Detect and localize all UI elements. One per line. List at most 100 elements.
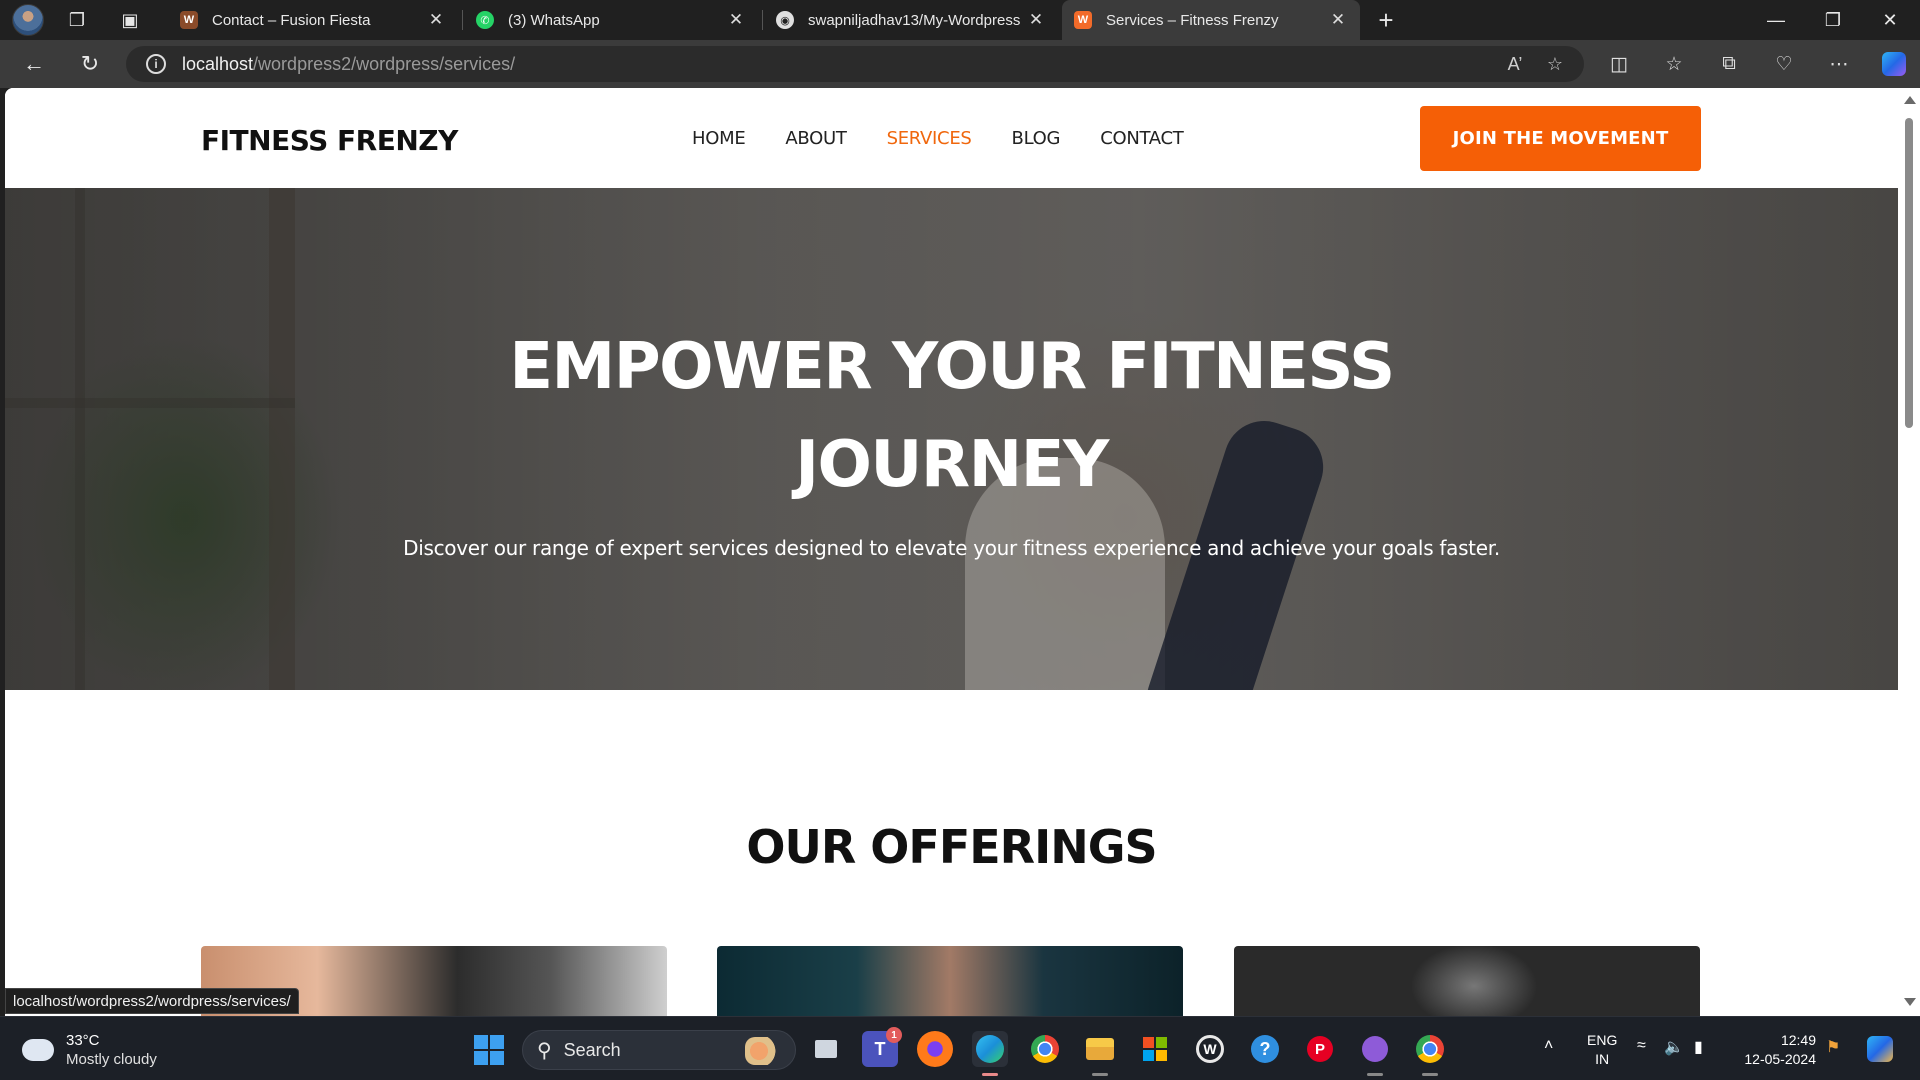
address-bar[interactable]: i localhost/wordpress2/wordpress/service…	[126, 46, 1584, 82]
site-logo[interactable]: FITNESS FRENZY	[201, 124, 458, 157]
hero-title-line-2: JOURNEY	[795, 428, 1109, 502]
join-the-movement-button[interactable]: JOIN THE MOVEMENT	[1420, 106, 1701, 171]
menu-item-home[interactable]: HOME	[692, 128, 746, 149]
hero-banner: EMPOWER YOUR FITNESS JOURNEY Discover our…	[5, 188, 1898, 690]
collections-icon[interactable]: ⧉	[1711, 48, 1747, 80]
web-page-viewport: FITNESS FRENZY HOME ABOUT SERVICES BLOG …	[5, 88, 1898, 1016]
language-indicator[interactable]: ENG IN	[1587, 1031, 1617, 1069]
url-host: localhost	[182, 53, 254, 74]
offering-card-image-fitness[interactable]	[717, 946, 1183, 1016]
teams-icon[interactable]: T1	[862, 1027, 902, 1067]
tab-title: (3) WhatsApp	[508, 11, 600, 29]
menu-item-contact[interactable]: CONTACT	[1100, 128, 1184, 149]
new-tab-icon[interactable]: +	[1367, 4, 1405, 36]
url-text[interactable]: localhost/wordpress2/wordpress/services/	[182, 54, 515, 75]
tab-github-repo[interactable]: ◉ swapniljadhav13/My-Wordpress ✕	[764, 0, 1058, 40]
workspaces-icon[interactable]: ❐	[58, 4, 96, 36]
weather-description: Mostly cloudy	[66, 1051, 157, 1068]
scrollbar-thumb[interactable]	[1905, 118, 1913, 428]
clock-time: 12:49	[1780, 1032, 1816, 1048]
show-hidden-icons-chevron-icon[interactable]: ˄	[1544, 1037, 1553, 1055]
copilot-taskbar-icon[interactable]	[1862, 1031, 1898, 1067]
weather-widget[interactable]: 33°C Mostly cloudy	[18, 1031, 157, 1069]
close-tab-icon[interactable]: ✕	[1328, 10, 1348, 30]
chrome-profile-icon[interactable]	[1412, 1031, 1448, 1067]
taskbar-search-box[interactable]: ⚲ Search	[522, 1030, 796, 1070]
active-app-indicator	[1367, 1073, 1383, 1076]
search-label: Search	[563, 1039, 621, 1060]
whatsapp-icon: ✆	[476, 11, 494, 29]
search-highlight-icon	[745, 1037, 785, 1065]
windows-start-icon[interactable]	[474, 1035, 504, 1065]
profile-avatar[interactable]	[12, 4, 44, 36]
clock[interactable]: 12:49 12-05-2024	[1734, 1031, 1816, 1069]
windows-taskbar: 33°C Mostly cloudy ⚲ Search T1 W ? P ˄ E…	[0, 1016, 1920, 1080]
vertical-tabs-icon[interactable]: ▣	[111, 4, 149, 36]
active-app-indicator	[1422, 1073, 1438, 1076]
wordpress-favicon-icon: W	[180, 11, 198, 29]
volume-icon[interactable]: 🔈	[1664, 1037, 1684, 1057]
site-info-icon[interactable]: i	[146, 54, 166, 74]
scroll-up-arrow-icon[interactable]	[1904, 96, 1916, 104]
region-code: IN	[1595, 1051, 1610, 1067]
tab-title: Services – Fitness Frenzy	[1106, 11, 1279, 29]
offering-card-image-athlete[interactable]	[1234, 946, 1700, 1016]
menu-item-blog[interactable]: BLOG	[1012, 128, 1061, 149]
search-icon: ⚲	[537, 1039, 552, 1062]
more-options-icon[interactable]: ⋯	[1821, 48, 1857, 80]
clock-date: 12-05-2024	[1744, 1051, 1816, 1067]
minimize-icon[interactable]: —	[1748, 0, 1804, 40]
offerings-heading: OUR OFFERINGS	[746, 820, 1157, 874]
tab-title: swapniljadhav13/My-Wordpress	[808, 11, 1021, 29]
favorite-star-icon[interactable]: ☆	[1540, 50, 1570, 78]
favorites-icon[interactable]: ☆	[1656, 48, 1692, 80]
browser-toolbar: ← ↻ i localhost/wordpress2/wordpress/ser…	[0, 40, 1920, 88]
file-explorer-icon[interactable]	[1082, 1031, 1118, 1067]
wordpress-favicon-icon: W	[1074, 11, 1092, 29]
status-bar-url: localhost/wordpress2/wordpress/services/	[5, 988, 299, 1014]
tab-services-fitness-frenzy[interactable]: W Services – Fitness Frenzy ✕	[1062, 0, 1360, 40]
restore-icon[interactable]: ❐	[1805, 0, 1861, 40]
url-path: /wordpress2/wordpress/services/	[253, 53, 516, 74]
browser-essentials-icon[interactable]: ♡	[1766, 48, 1802, 80]
help-icon[interactable]: ?	[1247, 1031, 1283, 1067]
tab-separator	[762, 10, 763, 30]
github-icon: ◉	[776, 11, 794, 29]
close-window-icon[interactable]: ✕	[1862, 0, 1918, 40]
close-tab-icon[interactable]: ✕	[426, 10, 446, 30]
menu-item-services[interactable]: SERVICES	[887, 128, 972, 149]
chrome-icon[interactable]	[1027, 1031, 1063, 1067]
wordpress-app-icon[interactable]: W	[1192, 1031, 1228, 1067]
scroll-down-arrow-icon[interactable]	[1904, 998, 1916, 1006]
close-tab-icon[interactable]: ✕	[726, 10, 746, 30]
weather-temperature: 33°C	[66, 1032, 100, 1049]
notification-bell-icon[interactable]: ⚑	[1826, 1037, 1840, 1057]
pinterest-icon[interactable]: P	[1302, 1031, 1338, 1067]
read-aloud-icon[interactable]: A’	[1500, 50, 1530, 78]
edge-icon[interactable]	[972, 1031, 1008, 1067]
cloudy-weather-icon	[18, 1033, 54, 1061]
active-app-indicator	[982, 1073, 998, 1076]
task-view-icon[interactable]	[808, 1031, 844, 1067]
page-scrollbar[interactable]	[1898, 88, 1920, 1016]
refresh-icon[interactable]: ↻	[72, 48, 108, 80]
site-header: FITNESS FRENZY HOME ABOUT SERVICES BLOG …	[5, 88, 1898, 188]
wifi-icon[interactable]: ≈	[1637, 1037, 1646, 1055]
main-menu: HOME ABOUT SERVICES BLOG CONTACT	[692, 128, 1223, 149]
tab-separator	[462, 10, 463, 30]
tab-title: Contact – Fusion Fiesta	[212, 11, 371, 29]
hero-title-line-1: EMPOWER YOUR FITNESS	[509, 330, 1395, 404]
menu-item-about[interactable]: ABOUT	[785, 128, 846, 149]
tab-whatsapp[interactable]: ✆ (3) WhatsApp ✕	[464, 0, 758, 40]
copilot-icon[interactable]	[1876, 48, 1912, 80]
firefox-icon[interactable]	[917, 1031, 953, 1067]
close-tab-icon[interactable]: ✕	[1026, 10, 1046, 30]
back-arrow-icon[interactable]: ←	[16, 48, 52, 80]
hero-title: EMPOWER YOUR FITNESS JOURNEY	[5, 318, 1898, 514]
split-screen-icon[interactable]: ◫	[1601, 48, 1637, 80]
microsoft-store-icon[interactable]	[1137, 1031, 1173, 1067]
browser-tab-strip: ❐ ▣ W Contact – Fusion Fiesta ✕ ✆ (3) Wh…	[0, 0, 1920, 40]
battery-icon[interactable]: ▮	[1694, 1037, 1703, 1057]
github-desktop-icon[interactable]	[1357, 1031, 1393, 1067]
tab-contact-fusion-fiesta[interactable]: W Contact – Fusion Fiesta ✕	[168, 0, 458, 40]
